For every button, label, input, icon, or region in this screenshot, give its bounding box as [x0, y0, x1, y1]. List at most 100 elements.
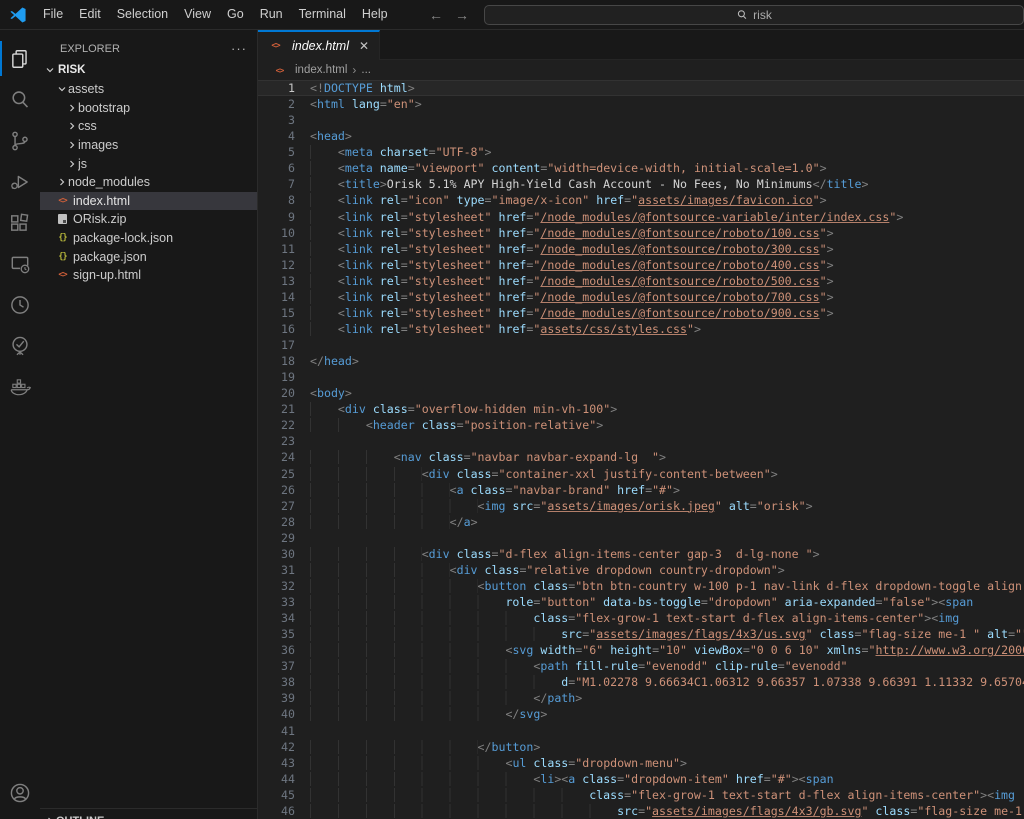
- menu-selection[interactable]: Selection: [109, 0, 176, 29]
- activitybar-run-and-debug-icon[interactable]: [0, 161, 40, 202]
- code-line-11[interactable]: 11 <link rel="stylesheet" href="/node_mo…: [258, 241, 1024, 257]
- code-line-29[interactable]: 29: [258, 530, 1024, 546]
- menu-file[interactable]: File: [35, 0, 71, 29]
- explorer-item-bootstrap[interactable]: bootstrap: [40, 99, 257, 118]
- code-line-21[interactable]: 21 <div class="overflow-hidden min-vh-10…: [258, 401, 1024, 417]
- explorer-more-actions-icon[interactable]: ···: [231, 41, 247, 56]
- line-content: class="flex-grow-1 text-start d-flex ali…: [295, 787, 1024, 803]
- activitybar-remote-explorer-icon[interactable]: [0, 243, 40, 284]
- code-line-24[interactable]: 24 <nav class="navbar navbar-expand-lg "…: [258, 449, 1024, 465]
- code-line-26[interactable]: 26 <a class="navbar-brand" href="#">: [258, 482, 1024, 498]
- command-center-search[interactable]: risk: [484, 5, 1024, 25]
- explorer-item-ORisk.zip[interactable]: ORisk.zip: [40, 210, 257, 229]
- code-line-25[interactable]: 25 <div class="container-xxl justify-con…: [258, 466, 1024, 482]
- line-content: <link rel="stylesheet" href="/node_modul…: [295, 257, 1024, 273]
- code-line-30[interactable]: 30 <div class="d-flex align-items-center…: [258, 546, 1024, 562]
- code-line-22[interactable]: 22 <header class="position-relative">: [258, 417, 1024, 433]
- explorer-item-sign-up.html[interactable]: <>sign-up.html: [40, 266, 257, 285]
- forward-arrow-icon[interactable]: →: [454, 7, 470, 23]
- activitybar-source-control-icon[interactable]: [0, 120, 40, 161]
- workspace-root-risk[interactable]: RISK: [40, 60, 257, 80]
- line-content: role="button" data-bs-toggle="dropdown" …: [295, 594, 1024, 610]
- code-line-27[interactable]: 27 <img src="assets/images/orisk.jpeg" a…: [258, 498, 1024, 514]
- code-line-20[interactable]: 20<body>: [258, 385, 1024, 401]
- code-line-14[interactable]: 14 <link rel="stylesheet" href="/node_mo…: [258, 289, 1024, 305]
- breadcrumb[interactable]: <> index.html › ...: [258, 60, 1024, 80]
- menu-view[interactable]: View: [176, 0, 219, 29]
- code-line-3[interactable]: 3: [258, 112, 1024, 128]
- code-line-34[interactable]: 34 class="flex-grow-1 text-start d-flex …: [258, 610, 1024, 626]
- code-line-5[interactable]: 5 <meta charset="UTF-8">: [258, 144, 1024, 160]
- code-line-37[interactable]: 37 <path fill-rule="evenodd" clip-rule="…: [258, 658, 1024, 674]
- outline-section[interactable]: OUTLINE: [40, 808, 257, 819]
- chevron-down-icon: [44, 64, 56, 76]
- code-line-15[interactable]: 15 <link rel="stylesheet" href="/node_mo…: [258, 305, 1024, 321]
- code-line-23[interactable]: 23: [258, 433, 1024, 449]
- chevron-right-icon: [66, 120, 78, 132]
- breadcrumb-file[interactable]: index.html: [295, 64, 347, 76]
- code-area[interactable]: 1<!DOCTYPE html>2<html lang="en">34<head…: [258, 80, 1024, 819]
- code-line-17[interactable]: 17: [258, 337, 1024, 353]
- line-content: <link rel="stylesheet" href="/node_modul…: [295, 225, 1024, 241]
- menu-go[interactable]: Go: [219, 0, 252, 29]
- code-line-18[interactable]: 18</head>: [258, 353, 1024, 369]
- menu-terminal[interactable]: Terminal: [291, 0, 354, 29]
- code-line-7[interactable]: 7 <title>Orisk 5.1% APY High-Yield Cash …: [258, 176, 1024, 192]
- code-line-2[interactable]: 2<html lang="en">: [258, 96, 1024, 112]
- code-line-46[interactable]: 46 src="assets/images/flags/4x3/gb.svg" …: [258, 803, 1024, 819]
- code-line-45[interactable]: 45 class="flex-grow-1 text-start d-flex …: [258, 787, 1024, 803]
- explorer-item-node_modules[interactable]: node_modules: [40, 173, 257, 192]
- line-content: </head>: [295, 353, 1024, 369]
- activitybar-todo-tree-icon[interactable]: [0, 325, 40, 366]
- activitybar-docker-icon[interactable]: [0, 366, 40, 407]
- account-icon[interactable]: [0, 772, 40, 813]
- code-line-42[interactable]: 42 </button>: [258, 739, 1024, 755]
- code-line-32[interactable]: 32 <button class="btn btn-country w-100 …: [258, 578, 1024, 594]
- close-icon[interactable]: ✕: [359, 39, 369, 53]
- code-line-9[interactable]: 9 <link rel="stylesheet" href="/node_mod…: [258, 209, 1024, 225]
- code-line-40[interactable]: 40 </svg>: [258, 706, 1024, 722]
- code-line-8[interactable]: 8 <link rel="icon" type="image/x-icon" h…: [258, 192, 1024, 208]
- explorer-item-js[interactable]: js: [40, 154, 257, 173]
- line-number: 23: [258, 433, 295, 449]
- code-line-19[interactable]: 19: [258, 369, 1024, 385]
- menu-edit[interactable]: Edit: [71, 0, 109, 29]
- explorer-item-images[interactable]: images: [40, 136, 257, 155]
- line-content: <body>: [295, 385, 1024, 401]
- code-line-43[interactable]: 43 <ul class="dropdown-menu">: [258, 755, 1024, 771]
- code-line-1[interactable]: 1<!DOCTYPE html>: [258, 80, 1024, 96]
- code-line-44[interactable]: 44 <li><a class="dropdown-item" href="#"…: [258, 771, 1024, 787]
- code-line-4[interactable]: 4<head>: [258, 128, 1024, 144]
- breadcrumb-more[interactable]: ...: [361, 64, 371, 76]
- menu-run[interactable]: Run: [252, 0, 291, 29]
- code-line-41[interactable]: 41: [258, 723, 1024, 739]
- tab-index-html[interactable]: <> index.html ✕: [258, 30, 380, 60]
- activitybar-extensions-icon[interactable]: [0, 202, 40, 243]
- code-line-28[interactable]: 28 </a>: [258, 514, 1024, 530]
- code-line-36[interactable]: 36 <svg width="6" height="10" viewBox="0…: [258, 642, 1024, 658]
- explorer-item-assets[interactable]: assets: [40, 80, 257, 99]
- code-line-13[interactable]: 13 <link rel="stylesheet" href="/node_mo…: [258, 273, 1024, 289]
- line-number: 1: [258, 80, 295, 96]
- code-line-12[interactable]: 12 <link rel="stylesheet" href="/node_mo…: [258, 257, 1024, 273]
- explorer-item-package.json[interactable]: {}package.json: [40, 247, 257, 266]
- activitybar-clock-extension-icon[interactable]: [0, 284, 40, 325]
- code-line-16[interactable]: 16 <link rel="stylesheet" href="assets/c…: [258, 321, 1024, 337]
- explorer-item-package-lock.json[interactable]: {}package-lock.json: [40, 229, 257, 248]
- code-line-38[interactable]: 38 d="M1.02278 9.66634C1.06312 9.66357 1…: [258, 674, 1024, 690]
- back-arrow-icon[interactable]: ←: [428, 7, 444, 23]
- code-line-33[interactable]: 33 role="button" data-bs-toggle="dropdow…: [258, 594, 1024, 610]
- code-line-31[interactable]: 31 <div class="relative dropdown country…: [258, 562, 1024, 578]
- code-line-35[interactable]: 35 src="assets/images/flags/4x3/us.svg" …: [258, 626, 1024, 642]
- activitybar-search-icon[interactable]: [0, 79, 40, 120]
- explorer-item-index.html[interactable]: <>index.html: [40, 192, 257, 211]
- tab-label: index.html: [292, 39, 349, 53]
- line-number: 2: [258, 96, 295, 112]
- line-content: <div class="relative dropdown country-dr…: [295, 562, 1024, 578]
- activitybar-explorer-icon[interactable]: [0, 38, 40, 79]
- code-line-6[interactable]: 6 <meta name="viewport" content="width=d…: [258, 160, 1024, 176]
- menu-help[interactable]: Help: [354, 0, 396, 29]
- code-line-10[interactable]: 10 <link rel="stylesheet" href="/node_mo…: [258, 225, 1024, 241]
- explorer-item-css[interactable]: css: [40, 117, 257, 136]
- code-line-39[interactable]: 39 </path>: [258, 690, 1024, 706]
